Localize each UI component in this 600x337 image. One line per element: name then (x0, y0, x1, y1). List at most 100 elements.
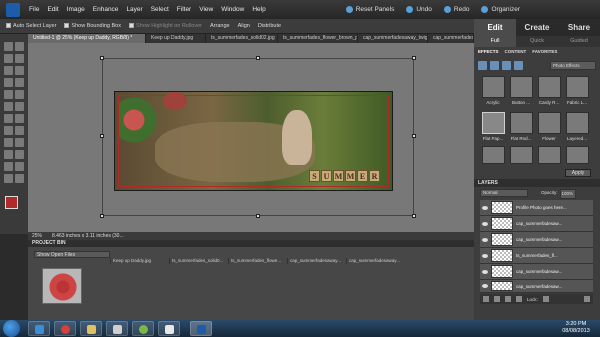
effect-thumb-flat-rnd[interactable] (510, 112, 533, 134)
layer-row[interactable]: cap_summerfadesaw... (480, 216, 593, 232)
menu-image[interactable]: Image (63, 6, 89, 13)
sponge-tool-icon[interactable] (4, 162, 13, 171)
tab-create[interactable]: Create (516, 19, 558, 36)
doc-tab-twig[interactable]: cap_summerfadesaway_twig.png (358, 34, 428, 43)
doc-tab-tags[interactable]: cap_summerfadesaway_tags... (428, 34, 474, 43)
hand-tool-icon[interactable] (4, 54, 13, 63)
menu-select[interactable]: Select (147, 6, 173, 13)
eraser-tool-icon[interactable] (4, 126, 13, 135)
transform-handle[interactable] (412, 214, 416, 218)
transform-handle[interactable] (412, 56, 416, 60)
layer-row[interactable]: cap_summerfadesaw... (480, 232, 593, 248)
red-eye-tool-icon[interactable] (15, 102, 24, 111)
tab-effects[interactable]: EFFECTS (478, 49, 499, 57)
magic-wand-tool-icon[interactable] (4, 78, 13, 87)
layer-styles-icon[interactable] (490, 60, 499, 70)
effect-thumb-row3[interactable] (566, 146, 589, 164)
auto-select-checkbox[interactable]: Auto Select Layer (6, 23, 56, 29)
show-bounding-checkbox[interactable]: Show Bounding Box (64, 23, 121, 29)
gradient-tool-icon[interactable] (15, 138, 24, 147)
effect-thumb-acrylic[interactable] (482, 76, 505, 98)
bin-file[interactable]: ts_summerfades_solid0... (169, 258, 228, 264)
tab-full[interactable]: Full (474, 36, 516, 47)
bin-file[interactable]: Keep up Daddy.jpg (110, 258, 169, 264)
taskbar-chrome[interactable] (54, 321, 76, 336)
adjustment-layer-icon[interactable] (505, 296, 511, 302)
menu-view[interactable]: View (195, 6, 217, 13)
show-open-files-dropdown[interactable]: Show Open Files (34, 251, 110, 258)
move-tool-icon[interactable] (4, 42, 13, 51)
tab-favorites[interactable]: FAVORITES (532, 49, 557, 57)
crop-tool-icon[interactable] (15, 90, 24, 99)
menu-file[interactable]: File (25, 6, 43, 13)
blend-mode-dropdown[interactable]: Normal (480, 189, 528, 197)
reset-panels-button[interactable]: Reset Panels (345, 6, 394, 13)
apply-button[interactable]: Apply (565, 169, 591, 177)
taskbar-photoshop-elements[interactable] (190, 321, 212, 336)
effect-thumb-button[interactable] (510, 76, 533, 98)
tab-share[interactable]: Share (558, 19, 600, 36)
lock-icon[interactable] (542, 296, 549, 302)
transform-handle[interactable] (256, 56, 260, 60)
transform-handle[interactable] (100, 214, 104, 218)
bin-thumbnail[interactable] (42, 268, 82, 304)
taskbar-app5[interactable] (132, 321, 154, 336)
menu-filter[interactable]: Filter (173, 6, 195, 13)
eye-icon[interactable] (482, 269, 488, 274)
taskbar-ie[interactable] (28, 321, 50, 336)
brush-tool-icon[interactable] (15, 126, 24, 135)
layer-row[interactable]: cap_summerfadesaw... (480, 280, 593, 293)
healing-brush-tool-icon[interactable] (4, 114, 13, 123)
eye-icon[interactable] (482, 253, 488, 258)
organizer-button[interactable]: Organizer (481, 6, 520, 13)
foreground-color-swatch[interactable] (5, 196, 18, 209)
distribute-button[interactable]: Distribute (258, 23, 281, 29)
shape-tool-icon[interactable] (4, 150, 13, 159)
menu-enhance[interactable]: Enhance (89, 6, 123, 13)
doc-tab-flower[interactable]: ts_summerfades_flower_brown_pink.png (278, 34, 358, 43)
menu-edit[interactable]: Edit (43, 6, 62, 13)
layer-row[interactable]: cap_summerfadesaw... (480, 264, 593, 280)
menu-layer[interactable]: Layer (122, 6, 146, 13)
taskbar-explorer[interactable] (80, 321, 102, 336)
doc-tab-solid02[interactable]: ts_summerfades_solid02.jpg (206, 34, 278, 43)
selection-brush-tool-icon[interactable] (15, 78, 24, 87)
new-group-icon[interactable] (494, 296, 500, 302)
transform-handle[interactable] (412, 134, 416, 138)
bin-file[interactable]: ts_summerfades_flowe... (228, 258, 287, 264)
transform-handle[interactable] (100, 56, 104, 60)
tab-guided[interactable]: Guided (558, 36, 600, 47)
align-button[interactable]: Align (238, 23, 250, 29)
effect-thumb-flower[interactable] (538, 112, 561, 134)
tab-quick[interactable]: Quick (516, 36, 558, 47)
eye-icon[interactable] (482, 205, 488, 210)
bin-file[interactable]: cap_summerfadesaway... (346, 258, 405, 264)
blur-tool-icon[interactable] (15, 150, 24, 159)
taskbar-app4[interactable] (106, 321, 128, 336)
undo-button[interactable]: Undo (406, 6, 432, 13)
show-all-icon[interactable] (514, 60, 523, 70)
recompose-tool-icon[interactable] (4, 102, 13, 111)
doc-tab-keep-up-daddy[interactable]: Keep up Daddy.jpg (146, 34, 206, 43)
effect-thumb-layered[interactable] (566, 112, 589, 134)
straighten-tool-icon[interactable] (15, 174, 24, 183)
effect-thumb-flat-paper[interactable] (482, 112, 505, 134)
effects-category-dropdown[interactable]: Photo Effects (550, 60, 596, 70)
paint-bucket-tool-icon[interactable] (4, 138, 13, 147)
redo-button[interactable]: Redo (443, 6, 469, 13)
bin-file[interactable]: cap_summerfadesaway... (287, 258, 346, 264)
mask-icon[interactable] (516, 296, 522, 302)
tab-content[interactable]: CONTENT (505, 49, 527, 57)
pencil-tool-icon[interactable] (15, 162, 24, 171)
clone-stamp-tool-icon[interactable] (15, 114, 24, 123)
start-button-icon[interactable] (3, 320, 20, 337)
eye-icon[interactable] (482, 284, 488, 288)
transform-handle[interactable] (100, 134, 104, 138)
effect-thumb-fabric[interactable] (566, 76, 589, 98)
menu-help[interactable]: Help (248, 6, 269, 13)
effect-thumb-cardy[interactable] (538, 76, 561, 98)
filters-icon[interactable] (478, 60, 487, 70)
taskbar-app6[interactable] (158, 321, 180, 336)
opacity-input[interactable]: 100% (559, 189, 576, 199)
effect-thumb-row3[interactable] (510, 146, 533, 164)
